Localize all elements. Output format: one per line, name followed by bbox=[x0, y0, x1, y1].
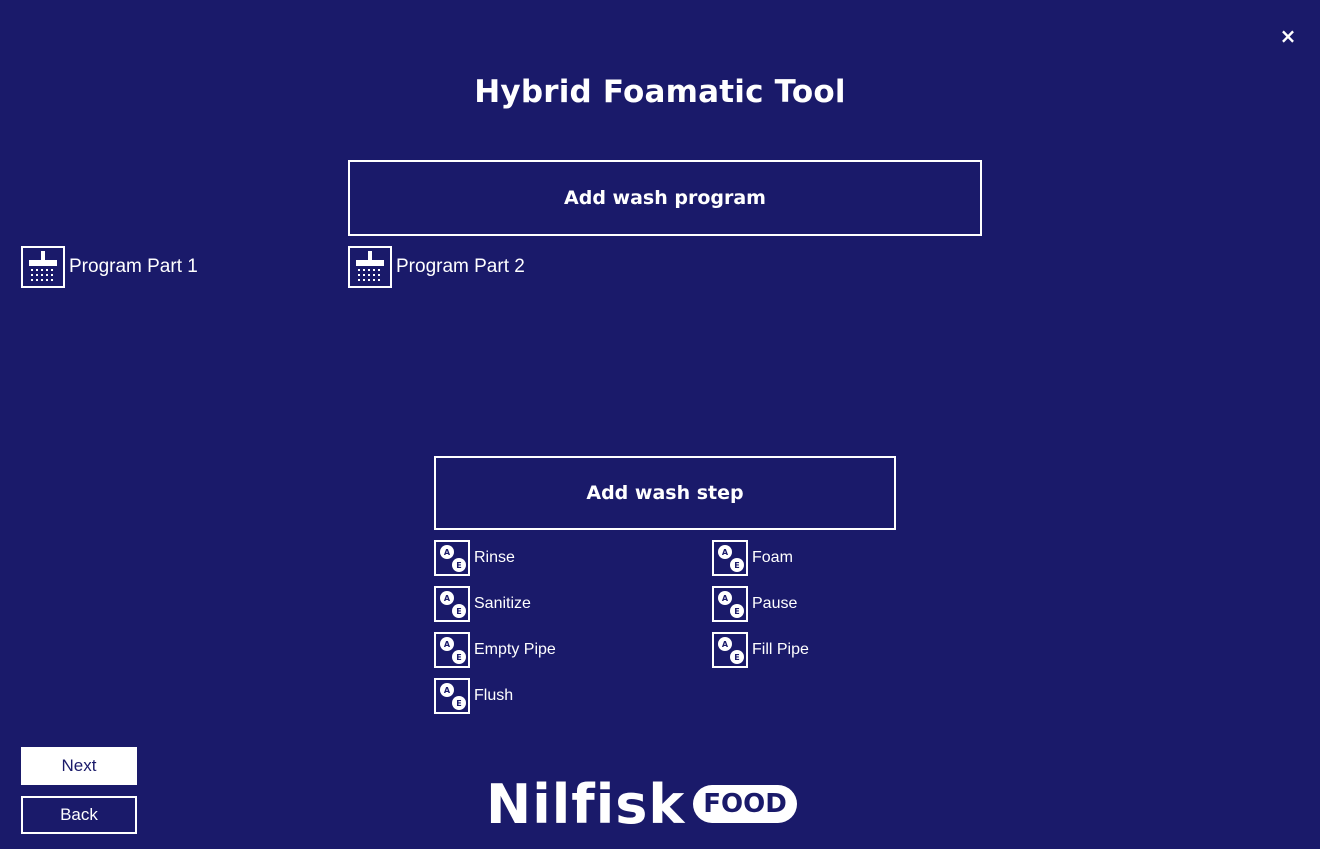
step-item-pause[interactable]: A E Pause bbox=[712, 586, 797, 622]
wash-step-icon: A E bbox=[434, 632, 470, 668]
step-item-label: Fill Pipe bbox=[752, 641, 809, 658]
step-item-flush[interactable]: A E Flush bbox=[434, 678, 513, 714]
svg-text:E: E bbox=[734, 607, 739, 616]
svg-text:A: A bbox=[722, 640, 729, 649]
svg-text:E: E bbox=[456, 699, 461, 708]
step-item-label: Pause bbox=[752, 595, 798, 612]
wash-step-icon: A E bbox=[434, 586, 470, 622]
shower-icon bbox=[348, 246, 392, 288]
step-item-label: Flush bbox=[474, 687, 514, 704]
step-item-fill-pipe[interactable]: A E Fill Pipe bbox=[712, 632, 809, 668]
back-button[interactable]: Back bbox=[21, 796, 137, 834]
svg-text:A: A bbox=[722, 594, 729, 603]
nilfisk-food-logo: Nilfisk FOOD bbox=[486, 772, 797, 836]
wash-step-icon: A E bbox=[712, 540, 748, 576]
wash-step-icon: A E bbox=[434, 678, 470, 714]
step-item-rinse[interactable]: A E Rinse bbox=[434, 540, 515, 576]
step-item-sanitize[interactable]: A E Sanitize bbox=[434, 586, 531, 622]
step-item-label: Sanitize bbox=[474, 595, 531, 612]
page-title: Hybrid Foamatic Tool bbox=[474, 74, 846, 110]
svg-text:A: A bbox=[444, 594, 451, 603]
logo-badge-text: FOOD bbox=[703, 789, 787, 819]
svg-text:A: A bbox=[444, 548, 451, 557]
program-item-label: Program Part 2 bbox=[396, 256, 525, 277]
step-item-foam[interactable]: A E Foam bbox=[712, 540, 793, 576]
app-window: × Hybrid Foamatic Tool Add wash program … bbox=[0, 0, 1320, 849]
wash-step-icon: A E bbox=[434, 540, 470, 576]
step-item-label: Empty Pipe bbox=[474, 641, 556, 658]
close-icon[interactable]: × bbox=[1274, 22, 1302, 50]
logo-wordmark: Nilfisk bbox=[486, 772, 686, 836]
add-wash-step-label: Add wash step bbox=[586, 482, 744, 504]
svg-text:A: A bbox=[722, 548, 729, 557]
svg-text:A: A bbox=[444, 640, 451, 649]
svg-text:E: E bbox=[456, 653, 461, 662]
wash-step-icon: A E bbox=[712, 586, 748, 622]
add-wash-step-button[interactable]: Add wash step bbox=[434, 456, 896, 530]
logo-badge: FOOD bbox=[693, 785, 797, 823]
wash-step-icon: A E bbox=[712, 632, 748, 668]
program-item-part-2[interactable]: Program Part 2 bbox=[348, 246, 525, 288]
svg-text:E: E bbox=[734, 653, 739, 662]
step-item-label: Rinse bbox=[474, 549, 515, 566]
add-wash-program-button[interactable]: Add wash program bbox=[348, 160, 982, 236]
next-button[interactable]: Next bbox=[21, 747, 137, 785]
step-item-label: Foam bbox=[752, 549, 793, 566]
svg-text:E: E bbox=[734, 561, 739, 570]
shower-icon bbox=[21, 246, 65, 288]
svg-text:E: E bbox=[456, 607, 461, 616]
program-item-label: Program Part 1 bbox=[69, 256, 198, 277]
step-item-empty-pipe[interactable]: A E Empty Pipe bbox=[434, 632, 556, 668]
svg-text:E: E bbox=[456, 561, 461, 570]
add-wash-program-label: Add wash program bbox=[564, 187, 766, 209]
program-item-part-1[interactable]: Program Part 1 bbox=[21, 246, 198, 288]
svg-text:A: A bbox=[444, 686, 451, 695]
